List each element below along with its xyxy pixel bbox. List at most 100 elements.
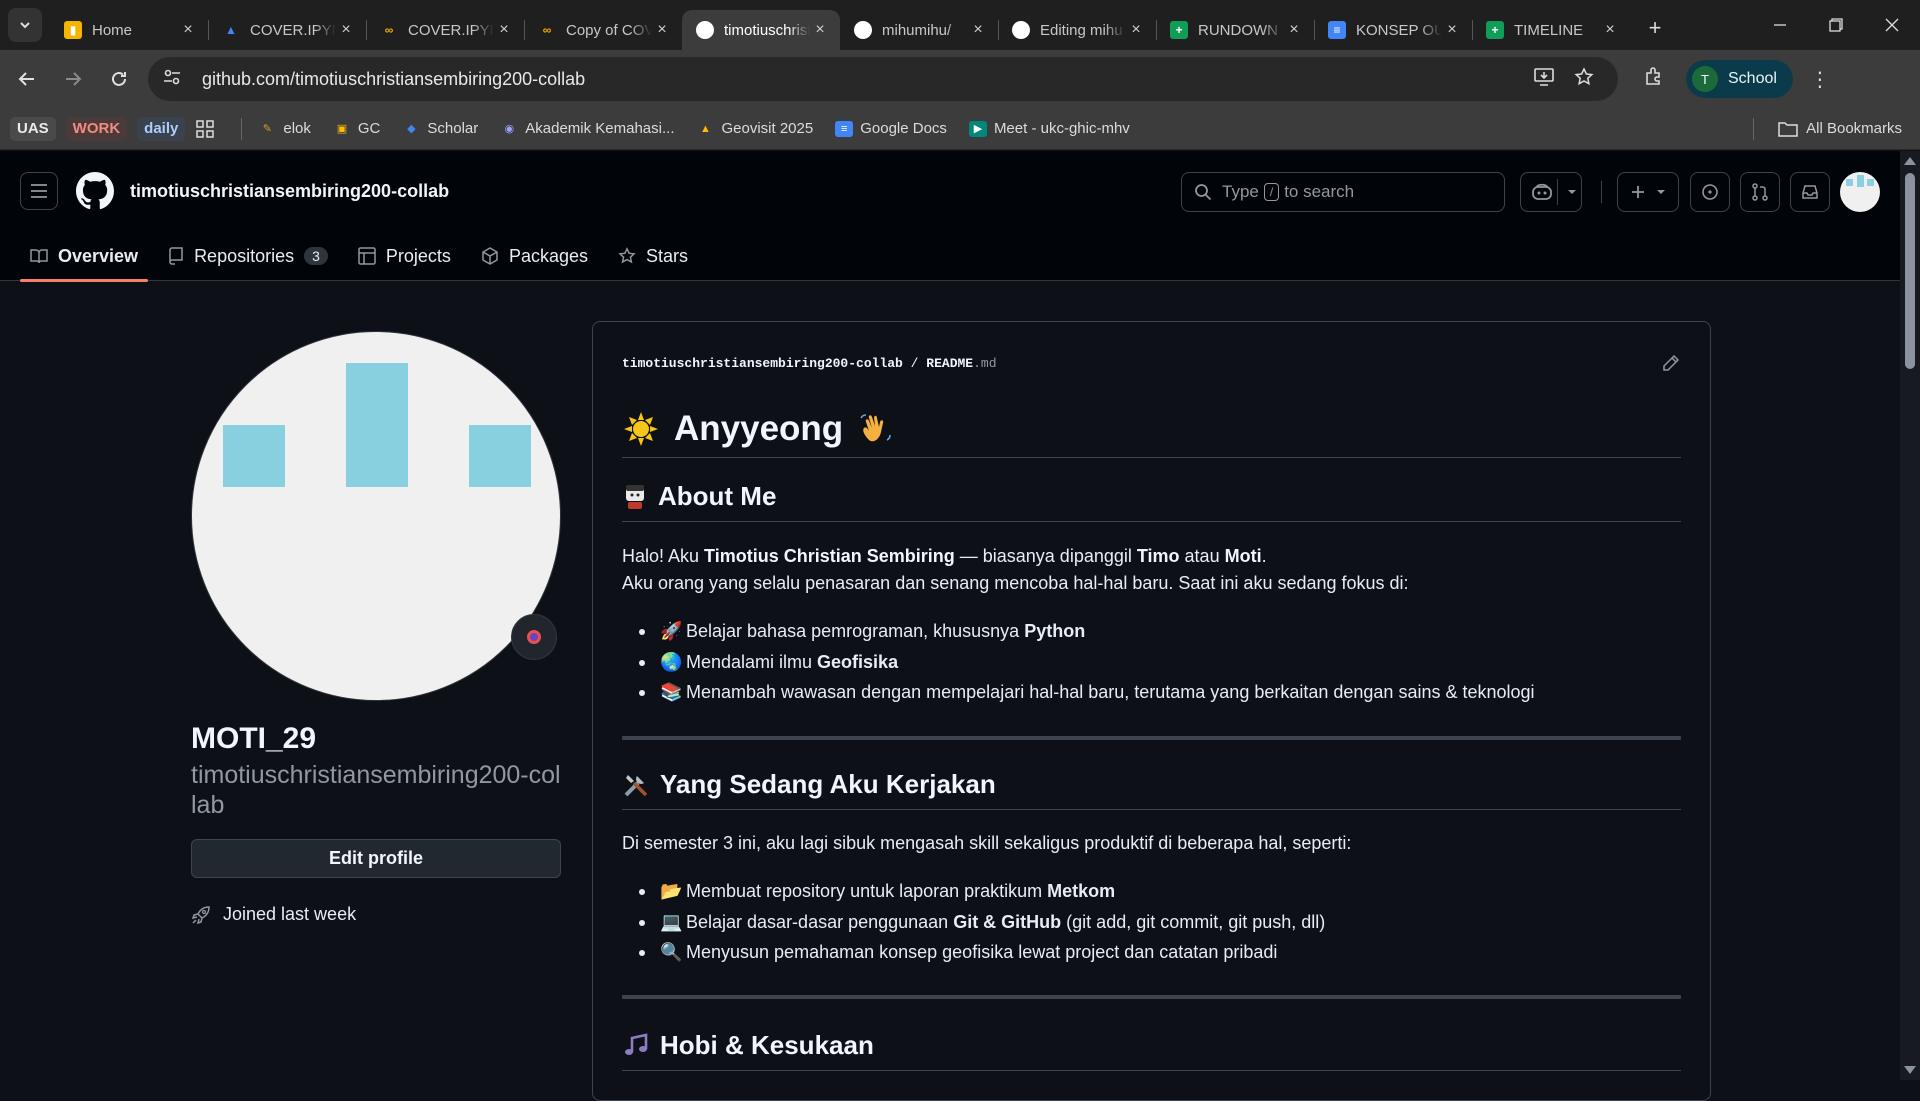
browser-profile-button[interactable]: T School [1686, 60, 1793, 98]
meet-icon: ▶ [968, 120, 987, 137]
tab-title: Copy of COVER [566, 21, 652, 39]
bookmark-label: elok [283, 120, 311, 137]
bookmark-item[interactable]: ▣ GC [333, 120, 381, 137]
list-item: 🚀 Belajar bahasa pemrograman, khususnya P… [622, 616, 1681, 647]
close-tab-icon[interactable]: × [1284, 21, 1304, 39]
create-new-button[interactable] [1617, 172, 1679, 212]
tab-title: COVER.IPYNB [250, 21, 336, 39]
edit-readme-button[interactable] [1662, 354, 1680, 377]
forward-button[interactable] [54, 60, 92, 98]
avatar-block [469, 425, 531, 487]
tab-repositories[interactable]: Repositories 3 [158, 231, 338, 281]
url-text[interactable]: github.com/timotiuschristiansembiring200… [202, 69, 1524, 90]
github-icon: ● [1012, 21, 1030, 39]
extensions-icon[interactable] [1634, 65, 1674, 93]
tab-search-button[interactable] [8, 8, 42, 42]
close-tab-icon[interactable]: × [1442, 21, 1462, 39]
readme-crumb-user[interactable]: timotiuschristiansembiring200-collab [622, 356, 903, 371]
pull-requests-button[interactable] [1740, 172, 1780, 212]
list-item: 🌏 Mendalami ilmu Geofisika [622, 647, 1681, 678]
bookmark-star-icon[interactable] [1564, 66, 1604, 92]
header-avatar-button[interactable] [1840, 172, 1880, 212]
profile-nav: Overview Repositories 3 Projects Package… [0, 231, 1900, 282]
tab-overview[interactable]: Overview [20, 231, 149, 282]
restore-icon [1829, 18, 1843, 32]
github-search-input[interactable]: Type / to search [1181, 172, 1505, 212]
browser-tab[interactable]: ● Editing mihu × [998, 10, 1156, 50]
bookmark-item[interactable]: ▶ Meet - ukc-ghic-mhv [968, 120, 1130, 137]
copilot-button[interactable] [1520, 172, 1582, 212]
address-bar[interactable]: github.com/timotiuschristiansembiring200… [148, 57, 1618, 101]
browser-tab[interactable]: + TIMELINE × [1472, 10, 1630, 50]
browser-menu-icon[interactable]: ⋮ [1805, 67, 1835, 92]
browser-tab[interactable]: ▮ Home × [50, 10, 208, 50]
close-tab-icon[interactable]: × [336, 21, 356, 39]
colab-icon: ∞ [384, 23, 394, 37]
tab-stars[interactable]: Stars [608, 231, 698, 281]
github-logo-icon[interactable] [76, 172, 114, 210]
close-tab-icon[interactable]: × [178, 21, 198, 39]
tab-packages[interactable]: Packages [471, 231, 598, 281]
tab-projects[interactable]: Projects [348, 231, 461, 281]
minimize-icon [1774, 24, 1786, 26]
tab-packages-label: Packages [508, 245, 588, 266]
close-tab-icon[interactable]: × [810, 21, 830, 39]
list-item-bold: Python [1024, 621, 1086, 641]
browser-tab[interactable]: ● mihumihu/ × [840, 10, 998, 50]
site-info-icon[interactable] [162, 68, 188, 91]
browser-tab[interactable]: ▲ COVER.IPYNB× [208, 10, 366, 50]
reload-button[interactable] [100, 60, 138, 98]
all-bookmarks-button[interactable]: All Bookmarks [1778, 120, 1902, 137]
close-tab-icon[interactable]: × [652, 21, 672, 39]
bookmark-group-1[interactable]: WORK [65, 116, 128, 141]
work-heading-text: Yang Sedang Aku Kerjakan [660, 769, 996, 799]
browser-tab[interactable]: ∞ Copy of COVER× [524, 10, 682, 50]
about-nickname: Timo [1136, 546, 1180, 566]
new-tab-button[interactable]: + [1638, 11, 1672, 45]
browser-tab[interactable]: + RUNDOWN × [1156, 10, 1314, 50]
about-fullname: Timotius Christian Sembiring [704, 546, 955, 566]
bookmark-item[interactable]: ◆ Scholar [402, 120, 478, 137]
github-icon: ● [854, 21, 872, 39]
close-tab-icon[interactable]: × [494, 21, 514, 39]
back-button[interactable] [8, 60, 46, 98]
apps-grid-icon[interactable] [195, 119, 215, 139]
bookmark-item[interactable]: ✎ elok [258, 120, 311, 137]
bookmark-label: GC [357, 120, 381, 137]
bullet-emoji-icon: 📂 [660, 881, 683, 901]
notifications-button[interactable] [1790, 172, 1830, 212]
browser-tab[interactable]: ∞ COVER.IPYNB× [366, 10, 524, 50]
list-item-bold: Git & GitHub [953, 911, 1062, 932]
profile-avatar-large[interactable] [191, 331, 561, 701]
install-app-icon[interactable] [1524, 67, 1564, 92]
bullet-emoji-icon: 🚀 [660, 621, 683, 641]
bookmark-item[interactable]: ▲ Geovisit 2025 [696, 120, 813, 137]
minimize-button[interactable] [1752, 0, 1808, 50]
issues-button[interactable] [1690, 172, 1730, 212]
close-tab-icon[interactable]: × [1126, 21, 1146, 39]
scroll-down-arrow-icon[interactable] [1904, 1066, 1916, 1074]
scroll-up-arrow-icon[interactable] [1904, 157, 1916, 165]
table-icon [358, 247, 376, 265]
bookmark-group-0[interactable]: UAS [10, 116, 56, 141]
bookmark-group-2[interactable]: daily [137, 116, 186, 141]
browser-tab[interactable]: ● timotiuschristian× [682, 10, 840, 50]
header-username-link[interactable]: timotiuschristiansembiring200-collab [130, 181, 449, 202]
restore-button[interactable] [1808, 0, 1864, 50]
menu-hamburger-button[interactable] [20, 172, 58, 210]
page-scrollbar[interactable] [1900, 151, 1920, 1080]
close-tab-icon[interactable]: × [1600, 21, 1620, 39]
scrollbar-thumb[interactable] [1905, 173, 1915, 369]
bookmark-divider [1753, 117, 1754, 140]
close-tab-icon[interactable]: × [968, 21, 988, 39]
waving-hand-emoji-icon [857, 410, 895, 448]
bookmark-item[interactable]: ◉ Akademik Kemahasi... [500, 120, 674, 137]
close-window-button[interactable] [1864, 0, 1920, 50]
search-suffix: to search [1284, 182, 1355, 201]
work-heading: Yang Sedang Aku Kerjakan [622, 760, 1681, 810]
browser-toolbar: github.com/timotiuschristiansembiring200… [0, 50, 1920, 108]
edit-profile-button[interactable]: Edit profile [191, 839, 561, 878]
set-status-button[interactable] [511, 614, 557, 660]
browser-tab[interactable]: ≡ KONSEP OUTLINE× [1314, 10, 1472, 50]
bookmark-item[interactable]: ≡ Google Docs [835, 120, 947, 137]
